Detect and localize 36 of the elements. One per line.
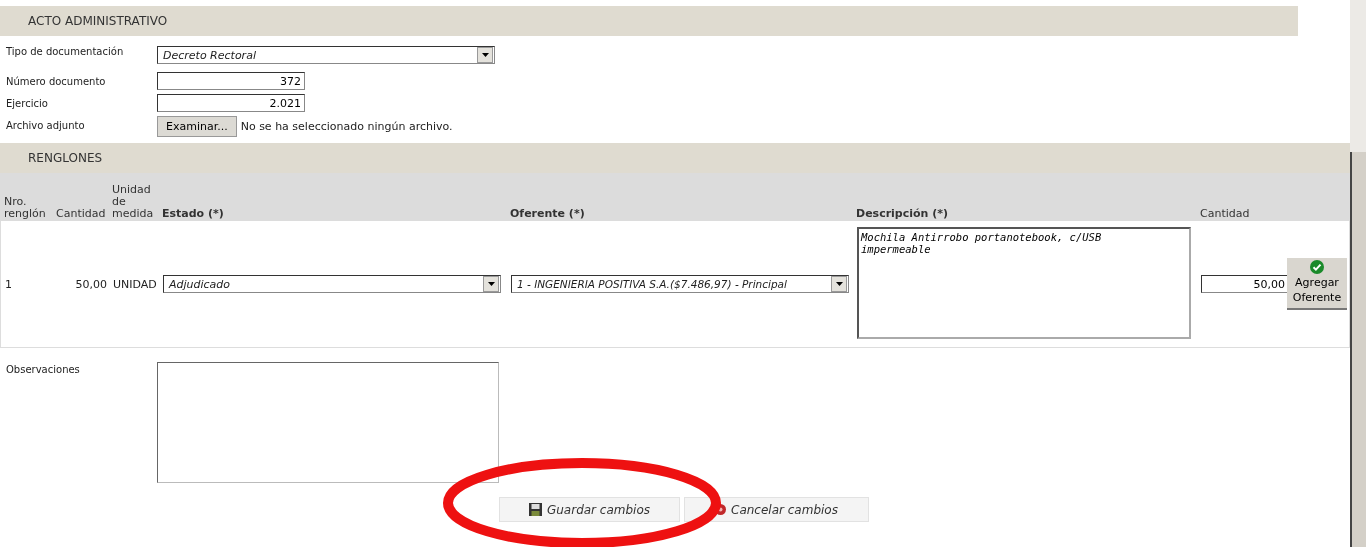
- field-label: Ejercicio: [5, 97, 49, 109]
- field-label: Archivo adjunto: [5, 119, 86, 131]
- field-label: Número documento: [5, 75, 107, 87]
- cancel-button[interactable]: Cancelar cambios: [684, 497, 869, 522]
- column-header: Unidad de medida: [111, 184, 155, 220]
- scrollbar[interactable]: [1350, 152, 1366, 547]
- save-button[interactable]: Guardar cambios: [499, 497, 680, 522]
- column-header: Cantidad: [55, 208, 107, 220]
- file-status: No se ha seleccionado ningún archivo.: [240, 120, 453, 133]
- description-field[interactable]: Mochila Antirrobo portanotebook, c/USB impermeable: [857, 226, 1191, 339]
- table-cell-text: 1: [4, 277, 13, 291]
- bidder-select[interactable]: 1 - INGENIERIA POSITIVA S.A.($7.486,97) - Principal: [511, 275, 849, 293]
- caret-icon: [487, 282, 495, 286]
- field-label: Tipo de documentación: [5, 46, 125, 57]
- caret-icon: [835, 282, 843, 286]
- check-icon: [1310, 260, 1324, 274]
- column-header: Estado (*): [161, 208, 225, 220]
- column-header: Nro. renglón: [3, 196, 47, 220]
- quantity-field[interactable]: 50,00: [1201, 275, 1289, 293]
- add-bidder-button[interactable]: Agregar Oferente: [1287, 258, 1347, 310]
- table-cell-text: 50,00: [74, 277, 108, 291]
- cancel-icon: [715, 504, 726, 515]
- input-field[interactable]: 372: [157, 72, 305, 90]
- notes-field[interactable]: [157, 362, 499, 483]
- section-header: ACTO ADMINISTRATIVO: [0, 6, 1298, 36]
- column-header: Descripción (*): [855, 208, 950, 220]
- input-field[interactable]: 2.021: [157, 94, 305, 112]
- field-label: Observaciones: [5, 363, 81, 377]
- column-header: Cantidad: [1199, 208, 1251, 220]
- browse-button[interactable]: Examinar...: [157, 116, 237, 137]
- section-header: RENGLONES: [0, 143, 1350, 173]
- column-header: Oferente (*): [509, 208, 586, 220]
- status-select[interactable]: Adjudicado: [163, 275, 501, 293]
- caret-icon: [481, 53, 489, 57]
- table-cell-text: UNIDAD: [112, 277, 158, 291]
- document-type-select[interactable]: Decreto Rectoral: [157, 46, 495, 64]
